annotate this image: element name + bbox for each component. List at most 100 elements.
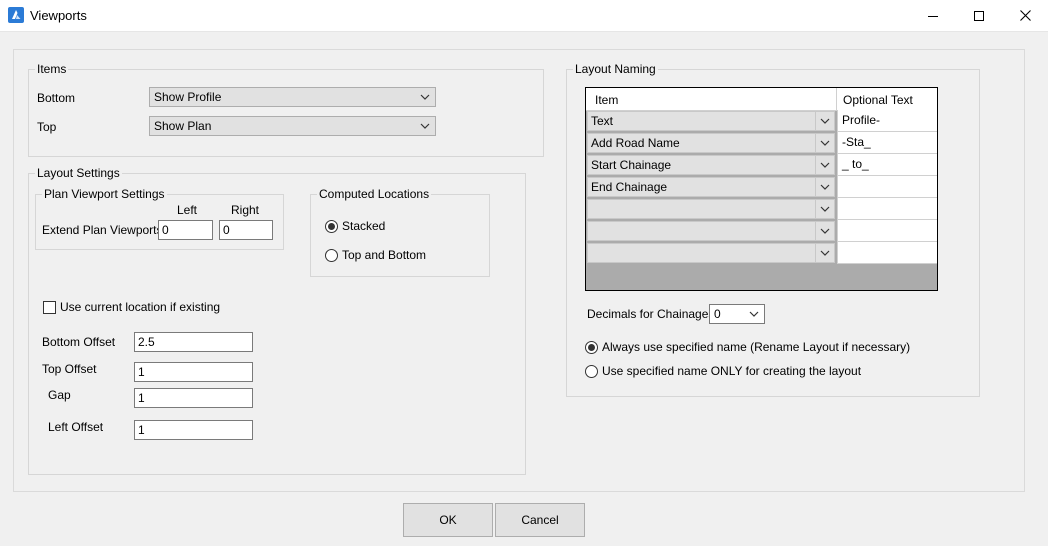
always-use-label: Always use specified name (Rename Layout… [602,340,911,354]
title-bar: Viewports [0,0,1048,32]
extend-right-value: 0 [223,223,230,237]
chevron-down-icon [820,118,830,124]
gap-input[interactable]: 1 [134,388,253,408]
left-offset-value: 1 [138,423,145,437]
stacked-radio[interactable] [325,220,338,233]
item-combo[interactable]: Text [587,111,835,131]
optional-text-cell[interactable]: _ to_ [837,154,937,176]
optional-text-cell[interactable] [837,176,937,198]
ok-button[interactable]: OK [403,503,493,537]
left-offset-input[interactable]: 1 [134,420,253,440]
chevron-down-icon [820,140,830,146]
use-current-checkbox[interactable] [43,301,56,314]
chevron-down-icon [820,250,830,256]
top-offset-value: 1 [138,365,145,379]
chevron-down-icon [820,162,830,168]
optional-value: -Sta_ [842,135,871,149]
gap-label: Gap [48,388,71,402]
bottom-combo[interactable]: Show Profile [149,87,436,107]
decimals-combo[interactable]: 0 [709,304,765,324]
optional-text-cell[interactable]: -Sta_ [837,132,937,154]
only-create-radio[interactable] [585,365,598,378]
table-row [586,198,937,220]
top-combo-value: Show Plan [154,119,212,133]
ok-button-label: OK [439,513,457,527]
top-offset-label: Top Offset [42,362,97,376]
extend-plan-label: Extend Plan Viewports [42,223,163,237]
item-combo[interactable]: Start Chainage [587,155,835,175]
item-combo[interactable] [587,199,835,219]
item-value: Text [591,114,614,128]
items-legend: Items [35,62,69,76]
naming-grid: Item Optional Text Text Profile- Add Roa… [585,87,938,291]
item-combo[interactable]: Add Road Name [587,133,835,153]
maximize-icon [974,10,984,21]
decimals-value: 0 [714,307,721,321]
chevron-down-icon [420,94,430,100]
chevron-down-icon [820,184,830,190]
chevron-down-icon [749,311,759,317]
maximize-button[interactable] [956,0,1002,31]
col-item-header: Item [595,93,619,107]
table-row: Start Chainage _ to_ [586,154,937,176]
chevron-down-icon [420,123,430,129]
layout-naming-legend: Layout Naming [573,62,658,76]
extend-left-input[interactable]: 0 [158,220,213,240]
optional-text-cell[interactable] [837,220,937,242]
item-value: Start Chainage [591,158,672,172]
table-row [586,242,937,264]
top-combo[interactable]: Show Plan [149,116,436,136]
extend-left-value: 0 [162,223,169,237]
item-value: End Chainage [591,180,668,194]
window-title: Viewports [30,8,87,23]
table-row: Text Profile- [586,110,937,132]
chevron-down-icon [820,206,830,212]
minimize-icon [928,15,938,17]
bottom-offset-value: 2.5 [138,335,155,349]
col-optional-header: Optional Text [843,93,913,107]
item-combo[interactable]: End Chainage [587,177,835,197]
chevron-down-icon [820,228,830,234]
gap-value: 1 [138,391,145,405]
optional-text-cell[interactable] [837,198,937,220]
bricscad-app-icon [8,7,24,23]
close-icon [1019,10,1031,21]
left-header: Left [177,203,198,217]
close-button[interactable] [1002,0,1048,31]
left-offset-label: Left Offset [48,420,104,434]
item-value: Add Road Name [591,136,680,150]
items-group: Items [28,62,544,157]
cancel-button-label: Cancel [521,513,559,527]
bottom-combo-value: Show Profile [154,90,222,104]
optional-value: Profile- [842,113,881,127]
optional-text-cell[interactable]: Profile- [837,110,937,132]
item-combo[interactable] [587,221,835,241]
only-create-label: Use specified name ONLY for creating the… [602,364,862,378]
table-row: Add Road Name -Sta_ [586,132,937,154]
grid-header: Item Optional Text [586,88,937,111]
computed-locations-legend: Computed Locations [317,187,432,201]
bottom-offset-label: Bottom Offset [42,335,116,349]
top-bottom-radio[interactable] [325,249,338,262]
top-bottom-label: Top and Bottom [342,248,427,262]
stacked-label: Stacked [342,219,386,233]
cancel-button[interactable]: Cancel [495,503,585,537]
optional-value: _ to_ [842,157,869,171]
plan-viewport-legend: Plan Viewport Settings [42,187,167,201]
use-current-label: Use current location if existing [60,300,221,314]
decimals-label: Decimals for Chainages [587,307,715,321]
top-label: Top [37,120,57,134]
bottom-offset-input[interactable]: 2.5 [134,332,253,352]
always-use-radio[interactable] [585,341,598,354]
minimize-button[interactable] [910,0,956,31]
computed-locations-group: Computed Locations [310,187,490,277]
layout-settings-legend: Layout Settings [35,166,122,180]
table-row: End Chainage [586,176,937,198]
optional-text-cell[interactable] [837,242,937,264]
bottom-label: Bottom [37,91,76,105]
right-header: Right [231,203,260,217]
item-combo[interactable] [587,243,835,263]
table-row [586,220,937,242]
top-offset-input[interactable]: 1 [134,362,253,382]
extend-right-input[interactable]: 0 [219,220,273,240]
